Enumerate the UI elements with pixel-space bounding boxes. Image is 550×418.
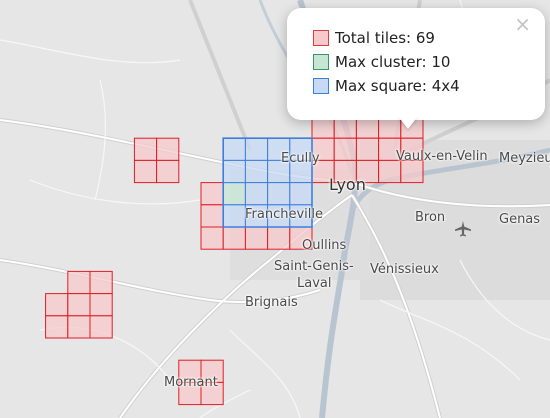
visited-tile (45, 293, 69, 317)
visited-tile (200, 226, 224, 250)
square-tile (244, 137, 269, 161)
place-label-brignais: Brignais (245, 295, 298, 310)
visited-tile (89, 315, 113, 339)
square-tile (222, 137, 246, 161)
visited-tile (333, 137, 357, 161)
visited-tile (89, 270, 113, 295)
visited-tile (355, 137, 380, 161)
visited-tile (67, 315, 91, 339)
total-tiles-swatch (313, 30, 329, 46)
visited-tile (244, 226, 269, 250)
place-label-bron: Bron (415, 210, 446, 225)
square-tile (244, 182, 269, 206)
visited-tile (200, 204, 224, 228)
square-tile (222, 182, 246, 206)
square-tile (244, 159, 269, 184)
place-label-mornant: Mornant (164, 375, 218, 390)
place-label-genas: Genas (499, 212, 541, 227)
visited-tile (267, 226, 291, 250)
visited-tile (133, 159, 158, 184)
visited-tile (89, 293, 113, 317)
map[interactable]: Ecully Lyon Vaulx-en-Velin Meyzieu Bron … (0, 0, 550, 418)
place-label-lyon: Lyon (329, 175, 366, 194)
visited-tile (67, 270, 91, 295)
square-tile (267, 182, 291, 206)
close-icon[interactable]: × (514, 14, 531, 34)
popup-pointer (398, 116, 418, 129)
max-cluster-swatch (313, 54, 329, 70)
stats-row-max-square: Max square: 4x4 (313, 76, 460, 96)
square-tile (289, 182, 313, 206)
square-tile (222, 204, 246, 228)
place-label-saint-genis: Saint-Genis- (274, 259, 354, 274)
airport-icon (455, 221, 471, 237)
place-label-ecully: Ecully (281, 151, 320, 166)
place-label-laval: Laval (297, 276, 332, 291)
place-label-venissieux: Vénissieux (370, 262, 439, 277)
place-label-meyzieu: Meyzieu (499, 151, 550, 166)
visited-tile (67, 293, 91, 317)
visited-tile (45, 315, 69, 339)
max-square-label: Max square: 4x4 (335, 77, 460, 95)
stats-row-total-tiles: Total tiles: 69 (313, 28, 435, 48)
tile-layer (45, 115, 424, 406)
square-tile (222, 159, 246, 184)
visited-tile (156, 137, 180, 161)
max-square-swatch (313, 78, 329, 94)
place-label-francheville: Francheville (245, 207, 323, 222)
visited-tile (200, 182, 224, 206)
visited-tile (222, 226, 246, 250)
place-label-vaulx-en-velin: Vaulx-en-Velin (396, 149, 488, 164)
place-label-oullins: Oullins (302, 238, 347, 253)
max-cluster-label: Max cluster: 10 (335, 53, 451, 71)
visited-tile (133, 137, 158, 161)
stats-popup: × Total tiles: 69 Max cluster: 10 Max sq… (287, 8, 545, 120)
stats-row-max-cluster: Max cluster: 10 (313, 52, 450, 72)
visited-tile (156, 159, 180, 184)
total-tiles-label: Total tiles: 69 (335, 29, 435, 47)
